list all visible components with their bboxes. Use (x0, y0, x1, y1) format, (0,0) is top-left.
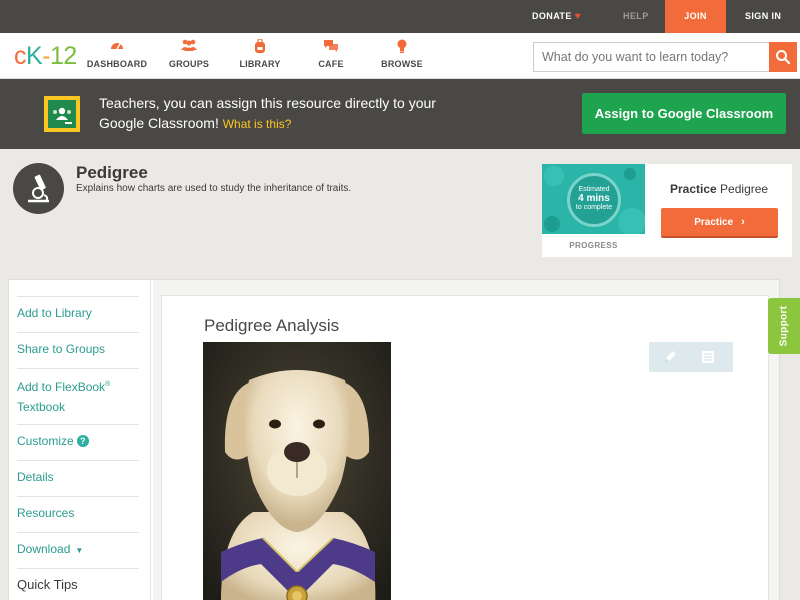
sidebar-add-to-flexbook[interactable]: Add to FlexBook® Textbook (17, 368, 139, 424)
practice-button[interactable]: Practice › (661, 208, 778, 238)
labrador-dog-image (203, 342, 391, 600)
pencil-edit-icon[interactable] (661, 348, 679, 366)
nav-browse[interactable]: BROWSE (367, 39, 437, 69)
main-nav: cK-12 DASHBOARD GROUPS LIBRARY CAFE BROW… (0, 33, 800, 79)
nav-library-label: LIBRARY (239, 59, 281, 69)
microscope-icon (13, 163, 64, 214)
main-panel: Add to Library Share to Groups Add to Fl… (8, 279, 780, 600)
top-utility-bar: DONATE ♥ HELP JOIN SIGN IN (0, 0, 800, 33)
google-classroom-banner: Teachers, you can assign this resource d… (0, 79, 800, 149)
groups-people-icon (154, 39, 224, 55)
donate-label: DONATE (532, 11, 572, 21)
content-title: Pedigree Analysis (204, 316, 340, 335)
donate-link[interactable]: DONATE ♥ (532, 0, 581, 33)
sidebar-resources[interactable]: Resources (17, 496, 139, 533)
content-card: Pedigree Analysis (161, 295, 769, 600)
nav-groups-label: GROUPS (168, 59, 210, 69)
progress-label: PROGRESS (569, 241, 618, 250)
heart-icon: ♥ (574, 11, 582, 22)
nav-library[interactable]: LIBRARY (225, 38, 295, 69)
sidebar: Add to Library Share to Groups Add to Fl… (9, 280, 151, 600)
assign-to-google-classroom-button[interactable]: Assign to Google Classroom (582, 93, 786, 134)
help-link[interactable]: HELP (623, 0, 649, 33)
sidebar-quick-tips[interactable]: Quick Tips (17, 568, 139, 600)
sign-in-link[interactable]: SIGN IN (745, 0, 781, 33)
dropdown-arrow-icon: ▼ (75, 546, 84, 555)
concept-description: Explains how charts are used to study th… (76, 183, 352, 194)
ck12-logo[interactable]: cK-12 (14, 41, 77, 71)
concept-title: Pedigree (76, 163, 148, 182)
chevron-right-icon: › (741, 216, 745, 228)
cafe-chat-icon (296, 39, 366, 55)
dashboard-gauge-icon (82, 39, 152, 55)
nav-browse-label: BROWSE (381, 59, 423, 69)
join-button[interactable]: JOIN (665, 0, 726, 33)
browse-lightbulb-icon (367, 39, 437, 55)
nav-cafe-label: CAFE (318, 59, 344, 69)
search-input[interactable] (534, 43, 769, 71)
nav-groups[interactable]: GROUPS (154, 39, 224, 69)
help-question-icon[interactable]: ? (76, 435, 89, 447)
notes-icon[interactable] (699, 348, 717, 366)
sidebar-add-to-library[interactable]: Add to Library (17, 296, 139, 333)
sidebar-customize[interactable]: Customize? (17, 424, 139, 461)
nav-dashboard[interactable]: DASHBOARD (82, 39, 152, 69)
what-is-this-link[interactable]: What is this? (223, 117, 292, 131)
content-tools (649, 342, 733, 372)
sidebar-details[interactable]: Details (17, 460, 139, 497)
search-button[interactable] (769, 42, 797, 72)
sidebar-download[interactable]: Download ▼ (17, 532, 139, 569)
practice-title: Practice Pedigree (670, 182, 769, 196)
support-tab[interactable]: Support (768, 298, 800, 354)
sidebar-share-to-groups[interactable]: Share to Groups (17, 332, 139, 369)
library-backpack-icon (225, 38, 295, 55)
support-label: Support (778, 305, 790, 347)
banner-message: Teachers, you can assign this resource d… (99, 93, 439, 134)
search-box (533, 42, 769, 72)
search-icon (769, 50, 797, 76)
nav-dashboard-label: DASHBOARD (86, 59, 148, 69)
practice-thumbnail[interactable]: Estimated 4 mins to complete (542, 164, 645, 234)
google-classroom-icon (44, 96, 80, 132)
nav-cafe[interactable]: CAFE (296, 39, 366, 69)
estimated-time-badge: Estimated 4 mins to complete (567, 173, 621, 227)
content-area: Pedigree Analysis (153, 280, 779, 600)
practice-card: Estimated 4 mins to complete PROGRESS Pr… (542, 164, 792, 257)
